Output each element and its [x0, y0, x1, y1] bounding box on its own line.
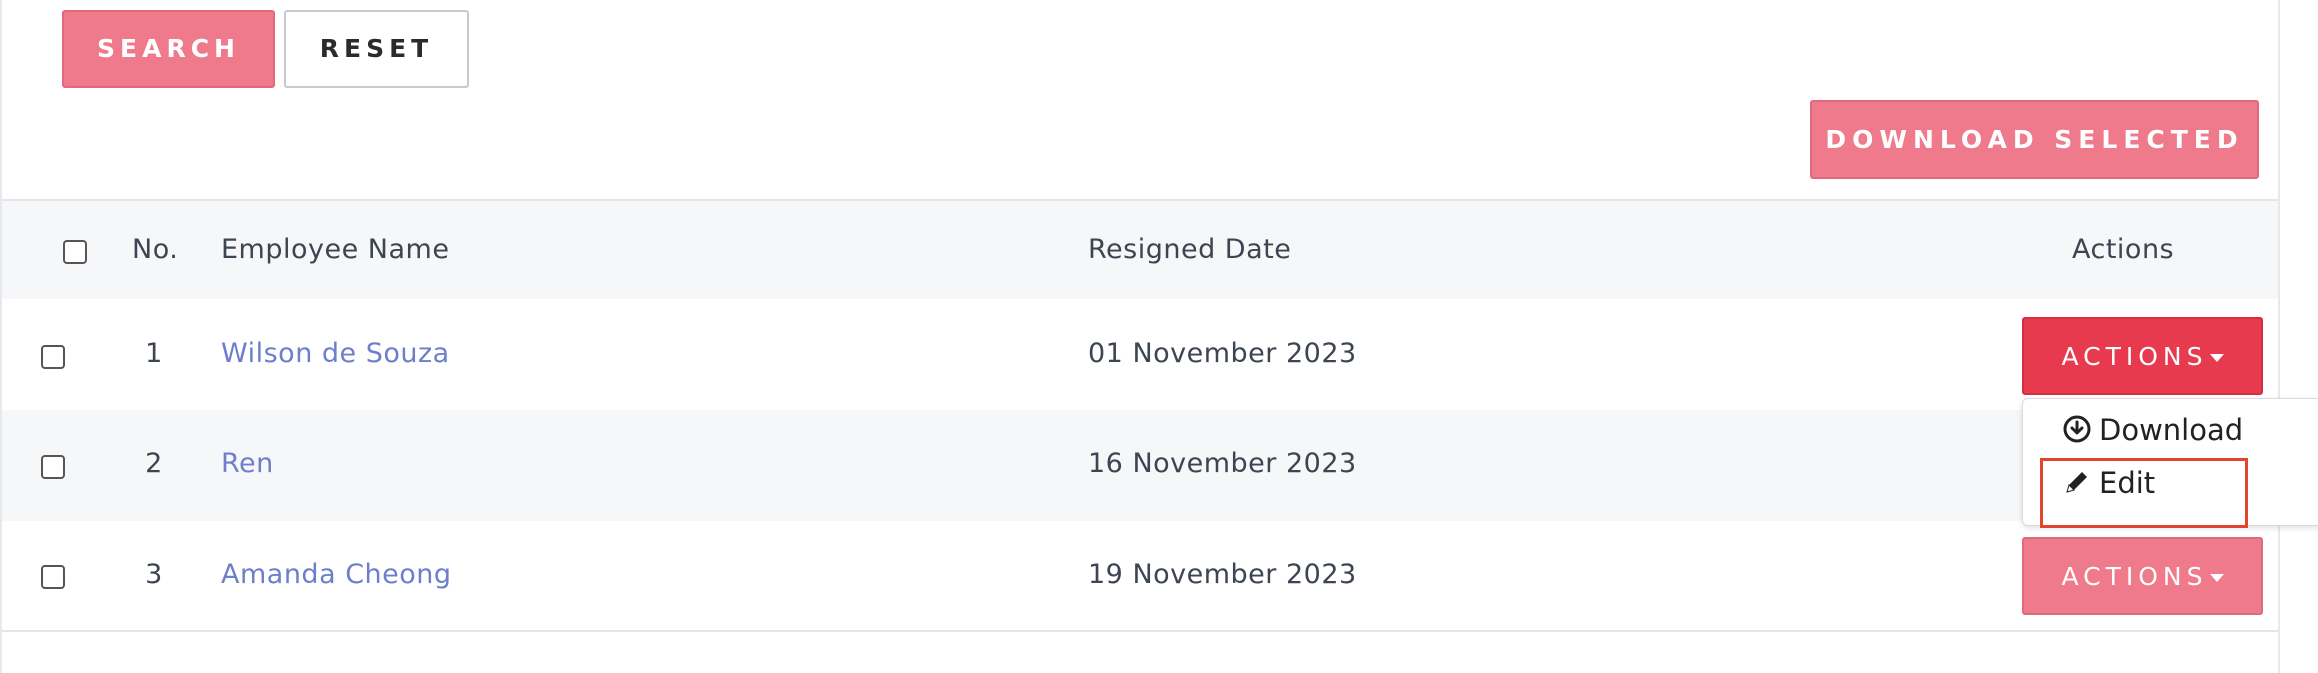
column-header-employee-name: Employee Name — [221, 234, 450, 265]
table-row: 3 Amanda Cheong 19 November 2023 — [2, 521, 2278, 632]
table-row: 2 Ren 16 November 2023 — [2, 410, 2278, 521]
resigned-date: 16 November 2023 — [1088, 448, 1357, 479]
edit-highlight-box — [2040, 458, 2248, 528]
resigned-date: 19 November 2023 — [1088, 559, 1357, 590]
reset-button[interactable]: RESET — [284, 10, 469, 88]
download-circle-icon — [2063, 415, 2091, 450]
actions-button-label: ACTIONS — [2061, 562, 2208, 591]
column-header-actions: Actions — [2072, 234, 2175, 265]
actions-dropdown-button[interactable]: ACTIONS — [2022, 537, 2263, 615]
column-header-no: No. — [132, 234, 179, 265]
employee-name-link[interactable]: Wilson de Souza — [221, 338, 450, 369]
employee-name-link[interactable]: Amanda Cheong — [221, 559, 452, 590]
row-number: 1 — [145, 338, 163, 369]
download-selected-button[interactable]: DOWNLOAD SELECTED — [1810, 100, 2259, 179]
table-row: 1 Wilson de Souza 01 November 2023 — [2, 299, 2278, 410]
resigned-date: 01 November 2023 — [1088, 338, 1357, 369]
dropdown-item-label: Download — [2099, 413, 2244, 447]
row-checkbox[interactable] — [41, 565, 65, 589]
row-checkbox[interactable] — [41, 455, 65, 479]
select-all-checkbox[interactable] — [63, 240, 87, 264]
column-header-resigned-date: Resigned Date — [1088, 234, 1292, 265]
search-button[interactable]: SEARCH — [62, 10, 275, 88]
actions-dropdown-button[interactable]: ACTIONS — [2022, 317, 2263, 395]
table-bottom-divider — [2, 630, 2278, 632]
table-header: No. Employee Name Resigned Date Actions — [2, 201, 2278, 299]
row-number: 2 — [145, 448, 163, 479]
actions-button-label: ACTIONS — [2061, 342, 2208, 371]
caret-down-icon — [2209, 354, 2224, 362]
dropdown-item-download[interactable]: Download — [2063, 413, 2243, 450]
row-checkbox[interactable] — [41, 345, 65, 369]
caret-down-icon — [2209, 574, 2224, 582]
row-number: 3 — [145, 559, 163, 590]
employee-name-link[interactable]: Ren — [221, 448, 274, 479]
